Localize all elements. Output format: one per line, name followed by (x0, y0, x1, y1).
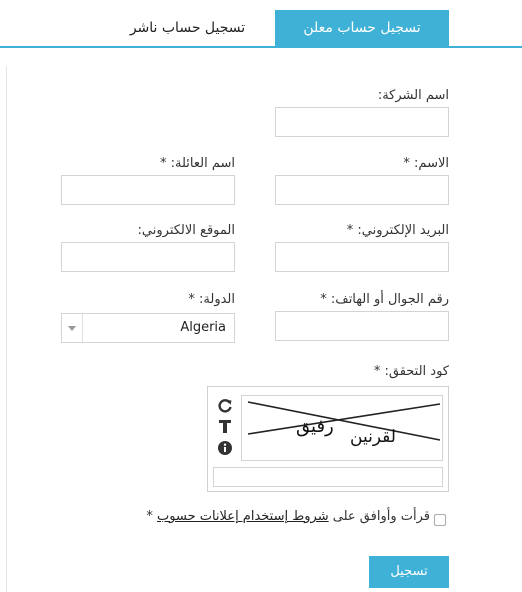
required-star: * (146, 509, 153, 524)
captcha-word-2: رفيق (296, 416, 334, 437)
email-input[interactable] (275, 242, 449, 272)
country-select[interactable]: Algeria (61, 313, 235, 343)
submit-button[interactable]: تسجيل (369, 556, 449, 588)
website-input[interactable] (61, 242, 235, 272)
text-icon[interactable] (217, 418, 233, 434)
captcha-input[interactable] (213, 467, 443, 487)
last-name-label: اسم العائلة: * (160, 156, 235, 171)
terms-text: قرأت وأوافق على شروط إستخدام إعلانات حسو… (146, 509, 430, 524)
captcha-label: كود التحقق: * (373, 364, 449, 379)
tab-advertiser-signup[interactable]: تسجيل حساب معلن (275, 10, 449, 46)
country-selected-value: Algeria (180, 320, 226, 335)
tab-underline (0, 46, 522, 48)
last-name-input[interactable] (61, 175, 235, 205)
email-label: البريد الإلكتروني: * (346, 223, 449, 238)
captcha-widget: رفيق لقرنين (207, 386, 449, 492)
terms-link[interactable]: شروط إستخدام إعلانات حسوب (157, 509, 329, 524)
account-type-tabs: تسجيل حساب معلن تسجيل حساب ناشر (0, 10, 522, 48)
terms-prefix: قرأت وأوافق على (332, 509, 430, 524)
info-icon[interactable] (217, 440, 233, 456)
captcha-word-1: لقرنين (350, 427, 396, 447)
chevron-down-icon (68, 326, 76, 331)
tab-publisher-signup[interactable]: تسجيل حساب ناشر (100, 10, 275, 46)
phone-input[interactable] (275, 311, 449, 341)
terms-checkbox[interactable] (434, 514, 446, 526)
first-name-input[interactable] (275, 175, 449, 205)
first-name-label: الاسم: * (403, 156, 449, 171)
company-input[interactable] (275, 107, 449, 137)
company-label: اسم الشركة: (377, 88, 449, 103)
country-label: الدولة: * (188, 292, 235, 307)
select-arrow-box[interactable] (62, 314, 83, 342)
refresh-icon[interactable] (217, 398, 233, 414)
phone-label: رقم الجوال أو الهاتف: * (320, 292, 449, 307)
website-label: الموقع الالكتروني: (137, 223, 235, 238)
captcha-image: رفيق لقرنين (241, 395, 443, 461)
